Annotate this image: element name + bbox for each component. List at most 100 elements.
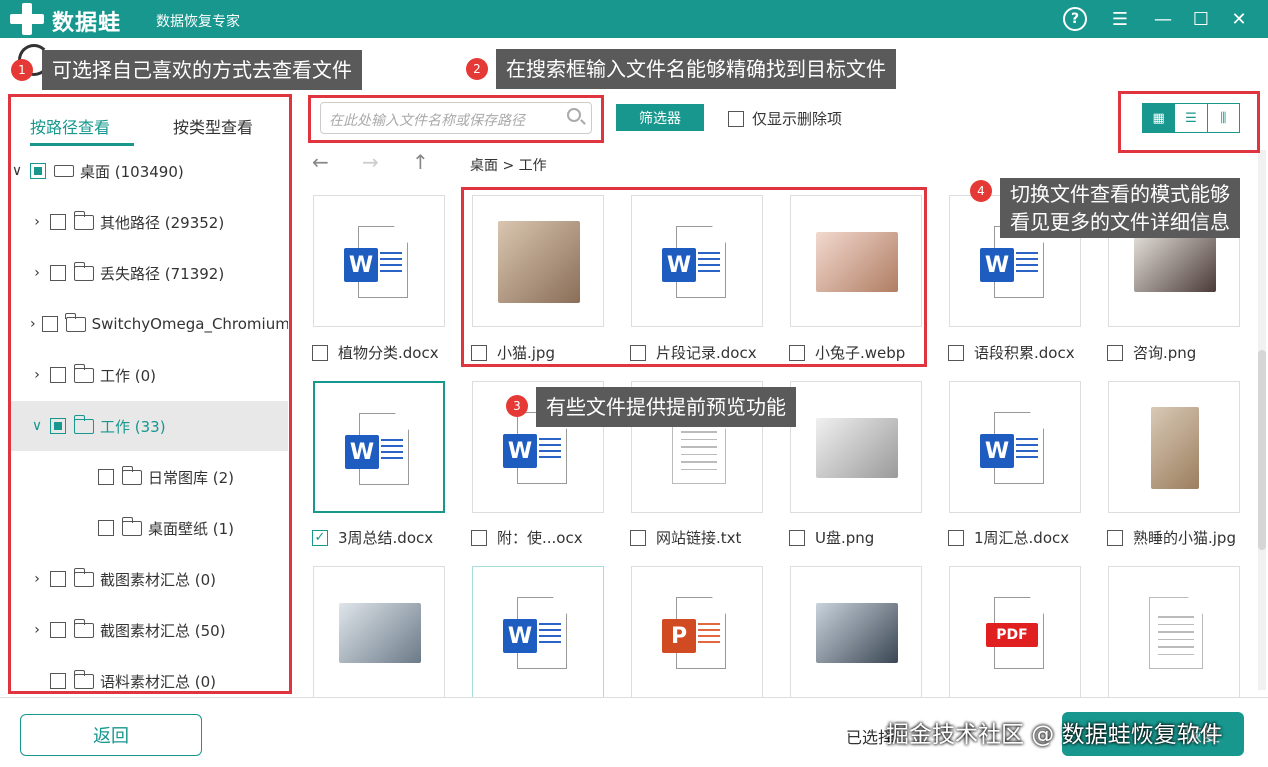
deleted-only-toggle[interactable]: 仅显示删除项 bbox=[728, 108, 842, 129]
expand-chevron-icon[interactable]: › bbox=[30, 367, 44, 383]
file-checkbox[interactable] bbox=[312, 529, 328, 546]
callout-1: 可选择自己喜欢的方式去查看文件 bbox=[42, 50, 362, 90]
tree-node-checkbox[interactable] bbox=[50, 571, 66, 587]
tree-node-checkbox[interactable] bbox=[50, 673, 66, 689]
tree-node[interactable]: › 截图素材汇总 (50) bbox=[10, 605, 288, 655]
expand-chevron-icon[interactable]: ∨ bbox=[30, 418, 44, 434]
minimize-button[interactable]: — bbox=[1150, 6, 1176, 32]
folder-icon bbox=[121, 516, 142, 536]
expand-chevron-icon[interactable]: ∨ bbox=[10, 163, 24, 179]
file-checkbox[interactable] bbox=[789, 529, 805, 546]
file-name-row: 附：使...ocx bbox=[471, 527, 583, 548]
folder-icon bbox=[73, 618, 94, 638]
file-card[interactable]: W bbox=[949, 381, 1081, 513]
folder-icon bbox=[121, 465, 142, 485]
ppt-file-icon: P bbox=[662, 597, 726, 669]
file-card[interactable] bbox=[790, 566, 922, 698]
breadcrumb: 桌面 > 工作 bbox=[470, 158, 547, 174]
help-icon: ? bbox=[1063, 7, 1087, 31]
drive-icon bbox=[54, 165, 74, 177]
file-checkbox[interactable] bbox=[1107, 529, 1123, 546]
deleted-only-checkbox[interactable] bbox=[728, 110, 744, 127]
grid-view-icon[interactable]: ▦ bbox=[1143, 104, 1175, 132]
menu-button[interactable]: ☰ bbox=[1107, 6, 1133, 32]
tree-node-checkbox[interactable] bbox=[50, 265, 66, 281]
scrollbar-thumb[interactable] bbox=[1258, 350, 1266, 550]
expand-chevron-icon[interactable]: › bbox=[30, 622, 44, 638]
search-icon[interactable] bbox=[567, 108, 581, 122]
file-name: 咨询.png bbox=[1133, 344, 1197, 362]
tree-node-checkbox[interactable] bbox=[98, 469, 114, 485]
expand-chevron-icon[interactable]: › bbox=[30, 214, 44, 230]
tree-node-checkbox[interactable] bbox=[50, 622, 66, 638]
file-checkbox[interactable] bbox=[471, 344, 487, 361]
maximize-button[interactable]: ☐ bbox=[1188, 6, 1214, 32]
up-nav-icon[interactable]: ↑ bbox=[412, 150, 429, 174]
callout-2-marker: 2 bbox=[466, 58, 488, 80]
file-card[interactable]: W bbox=[472, 566, 604, 698]
tab-by-path[interactable]: 按路径查看 bbox=[30, 114, 110, 138]
search-input[interactable]: 在此处输入文件名称或保存路径 bbox=[329, 110, 525, 130]
tree-node[interactable]: 日常图库 (2) bbox=[10, 452, 288, 502]
file-checkbox[interactable] bbox=[789, 344, 805, 361]
file-grid-scrollbar[interactable] bbox=[1258, 150, 1266, 690]
file-card[interactable]: W bbox=[631, 195, 763, 327]
detail-view-icon[interactable]: ⫼ bbox=[1206, 104, 1239, 132]
file-name: 附：使...ocx bbox=[497, 529, 583, 547]
tree-node-checkbox[interactable] bbox=[50, 214, 66, 230]
file-card[interactable]: P bbox=[631, 566, 763, 698]
tab-by-type[interactable]: 按类型查看 bbox=[173, 114, 253, 138]
file-name-row: 小兔子.webp bbox=[789, 342, 905, 363]
tree-node[interactable]: › 截图素材汇总 (0) bbox=[10, 554, 288, 604]
tree-node[interactable]: ∨ 工作 (33) bbox=[10, 401, 288, 451]
file-checkbox[interactable] bbox=[471, 529, 487, 546]
close-button[interactable]: ✕ bbox=[1226, 6, 1252, 32]
tree-node-checkbox[interactable] bbox=[50, 418, 66, 434]
callout-3: 有些文件提供提前预览功能 bbox=[536, 387, 796, 427]
file-card[interactable] bbox=[790, 195, 922, 327]
tree-node-label: 截图素材汇总 (0) bbox=[100, 570, 217, 589]
file-checkbox[interactable] bbox=[312, 344, 328, 361]
file-card[interactable] bbox=[790, 381, 922, 513]
tree-node[interactable]: › 工作 (0) bbox=[10, 350, 288, 400]
file-name: 熟睡的小猫.jpg bbox=[1133, 529, 1236, 547]
callout-1-marker: 1 bbox=[11, 59, 33, 81]
file-card[interactable] bbox=[1108, 381, 1240, 513]
file-checkbox[interactable] bbox=[630, 529, 646, 546]
word-file-icon: W bbox=[662, 226, 726, 298]
file-card[interactable] bbox=[472, 195, 604, 327]
file-checkbox[interactable] bbox=[948, 529, 964, 546]
file-card[interactable] bbox=[313, 566, 445, 698]
forward-nav-icon[interactable]: → bbox=[362, 150, 379, 174]
file-card[interactable] bbox=[1108, 566, 1240, 698]
expand-chevron-icon[interactable]: › bbox=[30, 571, 44, 587]
tree-node[interactable]: ∨ 桌面 (103490) bbox=[10, 146, 288, 196]
file-card[interactable]: PDF bbox=[949, 566, 1081, 698]
expand-chevron-icon[interactable]: › bbox=[30, 265, 44, 281]
tree-node[interactable]: › 其他路径 (29352) bbox=[10, 197, 288, 247]
tree-node-checkbox[interactable] bbox=[41, 316, 58, 332]
tree-node[interactable]: › 丢失路径 (71392) bbox=[10, 248, 288, 298]
image-thumbnail bbox=[816, 232, 898, 292]
list-view-icon[interactable]: ☰ bbox=[1174, 104, 1206, 132]
back-button[interactable]: 返回 bbox=[20, 714, 202, 756]
tree-node-label: 桌面 (103490) bbox=[80, 162, 184, 181]
tree-node-checkbox[interactable] bbox=[30, 163, 46, 179]
file-checkbox[interactable] bbox=[630, 344, 646, 361]
file-card[interactable]: W bbox=[313, 195, 445, 327]
expand-chevron-icon[interactable]: › bbox=[30, 316, 36, 332]
tree-node-checkbox[interactable] bbox=[98, 520, 114, 536]
tree-node[interactable]: 桌面壁纸 (1) bbox=[10, 503, 288, 553]
close-icon: ✕ bbox=[1231, 8, 1247, 30]
file-card[interactable]: W bbox=[313, 381, 445, 513]
file-name: U盘.png bbox=[815, 529, 875, 547]
tree-node[interactable]: › SwitchyOmega_Chromium bbox=[10, 299, 288, 349]
tree-node-checkbox[interactable] bbox=[50, 367, 66, 383]
help-button[interactable]: ? bbox=[1062, 6, 1088, 32]
file-checkbox[interactable] bbox=[1107, 344, 1123, 361]
watermark: 掘金技术社区 @ 数据蛙恢复软件 bbox=[886, 722, 1223, 748]
back-nav-icon[interactable]: ← bbox=[312, 150, 329, 174]
filter-button[interactable]: 筛选器 bbox=[616, 104, 704, 131]
file-checkbox[interactable] bbox=[948, 344, 964, 361]
search-box[interactable]: 在此处输入文件名称或保存路径 bbox=[320, 102, 592, 134]
